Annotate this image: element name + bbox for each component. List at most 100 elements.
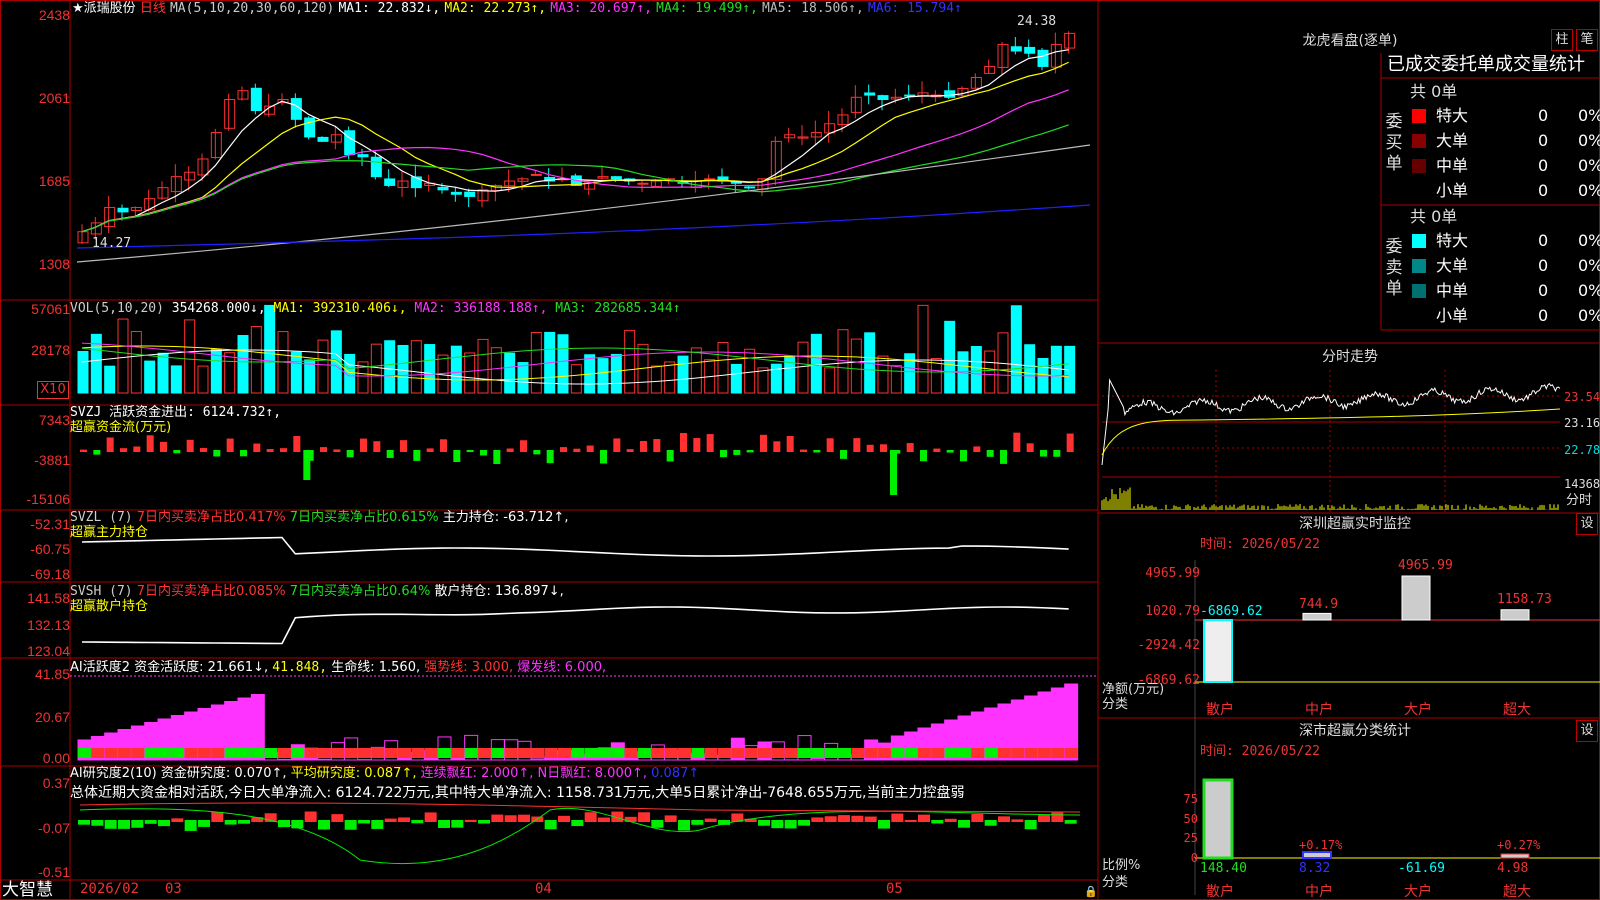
volume-bar	[970, 346, 982, 394]
candle	[384, 178, 396, 186]
net-amount-label: 744.9	[1299, 597, 1339, 612]
flow-bar	[973, 446, 981, 452]
period-label[interactable]: 日线	[140, 1, 166, 16]
ai2-d: 强势线: 3.000,	[424, 660, 514, 675]
sell-row-count: 0	[1538, 231, 1549, 250]
volume-bar	[570, 364, 582, 394]
fenshi-price: 23.16	[1564, 416, 1600, 430]
candle	[77, 231, 89, 244]
flow-bar	[693, 438, 701, 452]
research-bar	[318, 820, 330, 830]
volume-bar	[304, 359, 316, 394]
base-bar	[224, 748, 238, 758]
research-bar	[584, 812, 597, 822]
research-bar	[384, 818, 397, 822]
candle	[304, 117, 316, 138]
svzl-b: 7日内买卖净占比0.615%	[289, 510, 439, 525]
buy-row-name: 中单	[1436, 156, 1469, 175]
candle	[157, 187, 169, 199]
candle	[744, 186, 756, 189]
buy-row-count: 0	[1538, 181, 1549, 200]
base-bar	[144, 748, 158, 758]
sz2-tick: 75	[1183, 792, 1198, 806]
flow-bar	[773, 441, 781, 452]
buy-row-swatch	[1412, 134, 1426, 148]
base-bar	[238, 748, 251, 758]
x-label: 03	[165, 881, 182, 897]
research-bar	[944, 818, 957, 822]
research-bar	[224, 820, 237, 825]
research-bar	[878, 820, 890, 829]
lock-icon[interactable]: 🔒	[1084, 884, 1098, 899]
flow-bar	[1013, 432, 1021, 452]
candle	[1050, 43, 1062, 68]
volume-bar	[490, 347, 502, 394]
x-label: 2026/02	[80, 881, 140, 897]
sell-row-name: 小单	[1436, 306, 1469, 325]
flow-bar	[253, 443, 261, 452]
fenshi-title: 分时走势	[1322, 349, 1378, 365]
sz2-settings-button[interactable]: 设	[1576, 720, 1598, 742]
base-bar	[944, 748, 958, 758]
research-bar	[824, 816, 837, 822]
volume-bar	[117, 318, 129, 394]
main-header: ★派瑞股份 日线 MA(5,10,20,30,60,120) MA1: 22.8…	[72, 1, 962, 16]
flow-bar	[546, 450, 554, 464]
svzl-sub: 超赢主力持仓	[70, 525, 149, 540]
research-bar	[1038, 814, 1050, 822]
ai3-d: N日飘红: 8.000↑,	[537, 766, 648, 781]
research-bar	[211, 811, 224, 822]
flow-bar	[160, 441, 167, 452]
flow-bar	[106, 437, 114, 452]
flow-bar	[173, 450, 181, 454]
net-amount-bar	[1203, 619, 1233, 683]
base-bar	[158, 748, 171, 758]
buy-side-label: 委买单	[1385, 112, 1403, 174]
ratio-value-label: 4.98	[1497, 861, 1529, 876]
candle	[197, 158, 209, 176]
research-bar	[904, 819, 917, 822]
research-bar	[144, 820, 157, 824]
ratio-bar	[1500, 853, 1530, 859]
svzl-tick: -60.75	[30, 541, 70, 557]
volume-bar	[650, 365, 662, 394]
research-bar	[371, 820, 384, 829]
sell-row-name: 大单	[1436, 256, 1469, 275]
flow-bar	[560, 447, 567, 452]
base-bar	[491, 748, 505, 758]
flow-bar	[226, 438, 234, 452]
base-bar	[371, 748, 385, 758]
net-amount-label: 4965.99	[1398, 558, 1453, 573]
ai2-e: 爆发线: 6.000,	[517, 660, 607, 675]
flow-bar	[493, 450, 501, 464]
favorite-star-icon[interactable]: ★	[72, 1, 84, 16]
volume-bar	[290, 351, 302, 394]
volume-bar	[397, 344, 409, 394]
tick-mode-button[interactable]: 笔	[1576, 29, 1598, 51]
ratio-pct-label: +0.17%	[1299, 838, 1343, 852]
high-price-label: 24.38	[1017, 14, 1057, 29]
flow-bar	[1026, 443, 1034, 452]
base-bar	[704, 748, 718, 758]
flow-bar	[960, 450, 967, 462]
candle	[330, 134, 342, 143]
sell-row-name: 特大	[1436, 231, 1469, 250]
base-bar	[1038, 748, 1051, 758]
buy-row-count: 0	[1538, 156, 1549, 175]
sz1-settings-button[interactable]: 设	[1576, 513, 1598, 535]
base-bar	[718, 748, 731, 758]
volume-bar	[597, 358, 609, 394]
sz2-title: 深市超赢分类统计	[1299, 723, 1411, 739]
sz2-time: 时间: 2026/05/22	[1200, 744, 1320, 759]
candle	[997, 43, 1009, 68]
flow-bar	[360, 438, 367, 452]
volume-bar	[810, 333, 822, 394]
bar-mode-button[interactable]: 柱	[1551, 29, 1573, 51]
flow-bar	[133, 446, 141, 452]
base-bar	[878, 748, 891, 758]
candle	[850, 96, 862, 113]
research-bar	[491, 814, 504, 822]
base-bar	[558, 748, 571, 758]
volume-bar	[984, 350, 996, 394]
sell-row-pct: 0%	[1578, 281, 1600, 300]
